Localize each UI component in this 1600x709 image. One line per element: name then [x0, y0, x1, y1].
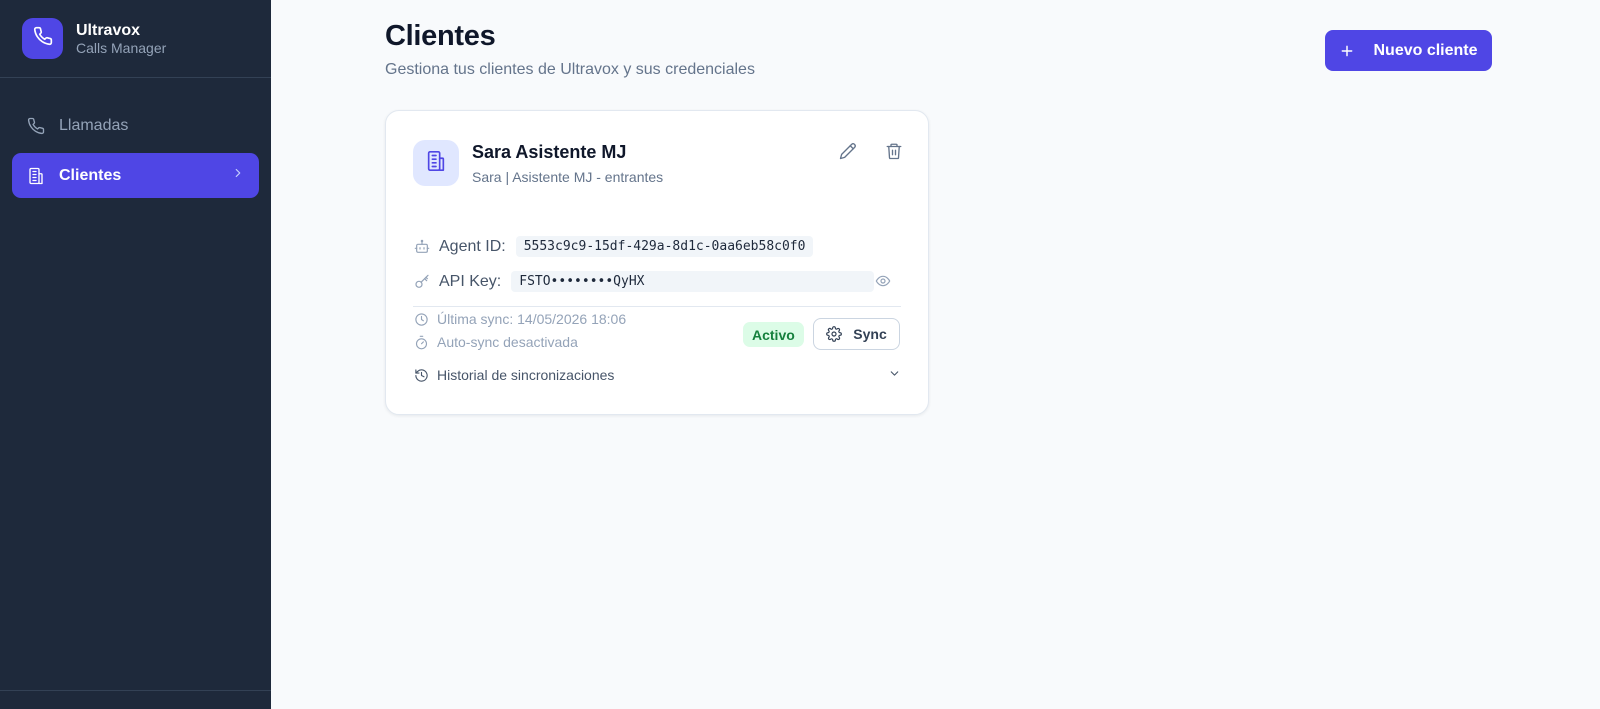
bot-icon	[413, 238, 431, 256]
building-icon	[425, 150, 447, 177]
agent-id-row: Agent ID: 5553c9c9-15df-429a-8d1c-0aa6eb…	[413, 236, 814, 257]
key-icon	[413, 273, 431, 291]
client-card: Sara Asistente MJ Sara | Asistente MJ - …	[385, 110, 929, 415]
edit-client-button[interactable]	[835, 139, 861, 165]
app-root: Ultravox Calls Manager Llamadas Clientes	[0, 0, 1600, 709]
brand-header: Ultravox Calls Manager	[0, 0, 271, 78]
clock-icon	[413, 311, 429, 327]
sync-button[interactable]: Sync	[813, 318, 900, 350]
api-key-row: API Key: FSTO••••••••QyHX	[413, 271, 875, 292]
client-avatar	[413, 140, 459, 186]
chevron-right-icon	[231, 166, 245, 185]
client-description: Sara | Asistente MJ - entrantes	[472, 169, 664, 185]
brand-logo	[22, 18, 63, 59]
api-key-label: API Key:	[439, 272, 502, 290]
sync-history-label: Historial de sincronizaciones	[437, 367, 615, 383]
brand-subtitle: Calls Manager	[76, 39, 167, 56]
sync-history-toggle[interactable]: Historial de sincronizaciones	[413, 364, 901, 386]
new-client-button[interactable]: Nuevo cliente	[1325, 30, 1492, 71]
delete-client-button[interactable]	[881, 139, 907, 165]
agent-id-label: Agent ID:	[439, 237, 506, 255]
client-name: Sara Asistente MJ	[472, 142, 627, 162]
card-divider	[413, 306, 901, 307]
brand-title: Ultravox	[76, 21, 141, 39]
timer-icon	[413, 334, 429, 350]
chevron-down-icon	[888, 367, 901, 383]
eye-icon	[875, 273, 891, 292]
sidebar-footer-divider	[0, 690, 271, 691]
page-title: Clientes	[385, 20, 496, 52]
building-icon	[26, 166, 46, 186]
trash-icon	[885, 142, 903, 163]
last-sync-text: Última sync: 14/05/2026 18:06	[437, 311, 627, 327]
sync-button-label: Sync	[853, 326, 887, 342]
plus-icon	[1339, 43, 1355, 59]
new-client-button-label: Nuevo cliente	[1373, 41, 1478, 59]
agent-id-value: 5553c9c9-15df-429a-8d1c-0aa6eb58c0f0	[515, 236, 814, 257]
page-subtitle: Gestiona tus clientes de Ultravox y sus …	[385, 61, 755, 78]
sidebar-nav: Llamadas Clientes	[0, 78, 271, 198]
phone-icon	[33, 26, 53, 51]
pencil-icon	[839, 142, 857, 163]
status-badge: Activo	[743, 322, 804, 347]
toggle-api-key-visibility[interactable]	[871, 270, 895, 294]
sidebar-item-llamadas[interactable]: Llamadas	[12, 103, 259, 148]
api-key-value: FSTO••••••••QyHX	[511, 271, 875, 292]
auto-sync-text: Auto-sync desactivada	[437, 334, 578, 350]
brand-text: Ultravox Calls Manager	[76, 21, 166, 57]
sidebar: Ultravox Calls Manager Llamadas Clientes	[0, 0, 271, 709]
auto-sync-row: Auto-sync desactivada	[413, 334, 578, 350]
phone-icon	[26, 116, 46, 136]
last-sync-row: Última sync: 14/05/2026 18:06	[413, 311, 626, 327]
gear-icon	[826, 326, 843, 342]
history-icon	[413, 367, 429, 383]
sidebar-item-clientes[interactable]: Clientes	[12, 153, 259, 198]
main-content: Clientes Gestiona tus clientes de Ultrav…	[271, 0, 1600, 709]
sidebar-item-label: Llamadas	[59, 116, 129, 134]
sidebar-item-label: Clientes	[59, 166, 122, 184]
